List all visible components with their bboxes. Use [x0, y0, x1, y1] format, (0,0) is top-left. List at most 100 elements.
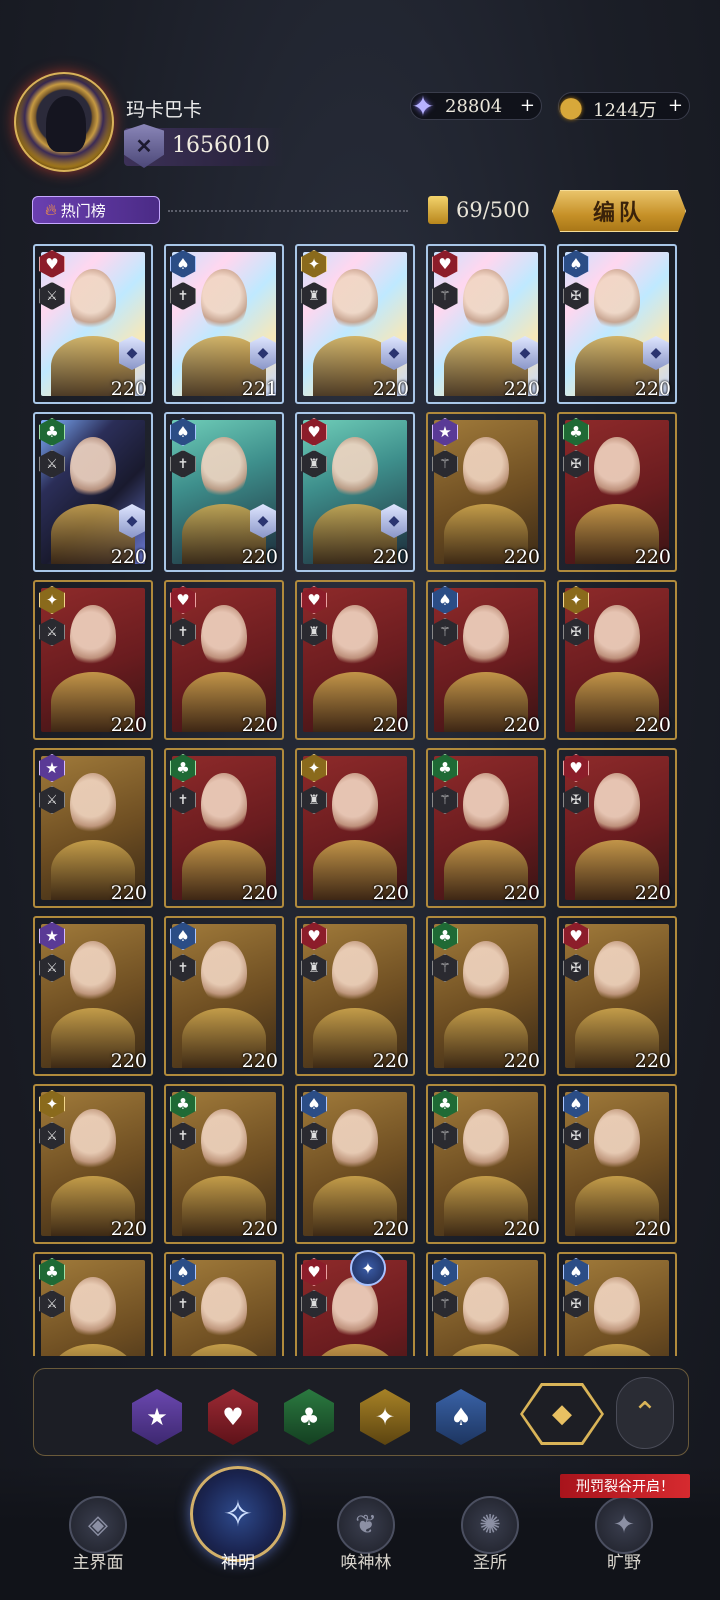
deity-card[interactable]: ♠ ✝ 220 [164, 916, 284, 1076]
filter-star-button[interactable]: ★ [132, 1389, 182, 1445]
deity-card[interactable]: ♥ ✠ 220 [557, 916, 677, 1076]
deity-card[interactable]: ♥ ⚚ ◆ 220 [426, 244, 546, 404]
deity-card[interactable]: ♠ ✝ ◆ 221 [164, 244, 284, 404]
filter-club-button[interactable]: ♣ [284, 1389, 334, 1445]
deity-card[interactable]: ♣ ⚔ ◆ 220 [33, 412, 153, 572]
card-level: 220 [503, 714, 540, 736]
deity-card[interactable]: ♠ ✠ 220 [557, 1084, 677, 1244]
crystal-value: 28804 [445, 96, 503, 117]
deity-card[interactable]: ✦ ✠ 220 [557, 580, 677, 740]
card-level: 220 [241, 882, 278, 904]
new-indicator-icon: ✦ [350, 1250, 386, 1286]
deity-card[interactable]: ★ ⚔ 220 [33, 916, 153, 1076]
deity-card[interactable]: ★ ⚚ 220 [426, 412, 546, 572]
nav-summon-forest-label: 唤神林 [340, 1553, 392, 1573]
crystal-icon: ✦ [411, 89, 435, 123]
deity-card[interactable]: ♣ ✝ 220 [164, 748, 284, 908]
deity-card[interactable]: ♥ ✠ 220 [557, 748, 677, 908]
deity-card[interactable]: ♣ ⚚ 220 [426, 748, 546, 908]
card-level: 220 [372, 546, 409, 568]
all-suits-icon: ◆ [552, 1399, 572, 1429]
event-banner[interactable]: 刑罚裂谷开启！ [560, 1474, 690, 1498]
nav-main[interactable]: ◈ 主界面 [38, 1496, 158, 1586]
nav-sanctuary-label: 圣所 [473, 1553, 507, 1573]
card-level: 220 [110, 714, 147, 736]
hot-ranking-tab[interactable]: 🔥︎ 热门榜 [32, 196, 160, 224]
nav-main-label: 主界面 [72, 1553, 124, 1573]
card-level: 220 [634, 714, 671, 736]
deity-card[interactable]: ♥ ♜ 220 [295, 580, 415, 740]
deity-card[interactable]: ♥ ✝ 220 [164, 580, 284, 740]
rank-badge-icon: ◆ [643, 336, 669, 370]
sanctuary-icon: ✺ [461, 1496, 519, 1554]
nav-deities[interactable]: ✧ 神明 [178, 1466, 298, 1573]
card-level: 220 [372, 882, 409, 904]
card-level: 220 [634, 882, 671, 904]
card-level: 220 [110, 546, 147, 568]
card-level: 220 [372, 1050, 409, 1072]
collapse-filter-button[interactable]: ⌃ [616, 1377, 674, 1449]
suit-filter-bar: ★ ♥ ♣ ✦ ♠ ◆ ⌃ [33, 1368, 689, 1456]
card-level: 220 [110, 882, 147, 904]
rank-badge-icon: ◆ [119, 336, 145, 370]
card-count-icon [428, 196, 448, 224]
filter-spade-button[interactable]: ♠ [436, 1389, 486, 1445]
deity-card[interactable]: ♣ ⚚ 220 [426, 1084, 546, 1244]
hot-ranking-label: 热门榜 [60, 201, 106, 220]
deity-card[interactable]: ♠ ✝ [164, 1252, 284, 1356]
deity-card[interactable]: ♥ ♜ ◆ 220 [295, 412, 415, 572]
gold-currency[interactable]: ● 1244万 + [558, 90, 690, 123]
gold-coin-icon: ● [558, 89, 584, 123]
deity-card[interactable]: ♣ ⚔ [33, 1252, 153, 1356]
deity-card[interactable]: ♠ ♜ 220 [295, 1084, 415, 1244]
card-level: 220 [110, 378, 147, 400]
card-level: 220 [634, 1050, 671, 1072]
add-crystal-button[interactable]: + [520, 95, 535, 116]
deity-card[interactable]: ♠ ✝ ◆ 220 [164, 412, 284, 572]
filter-all-button[interactable]: ◆ [520, 1383, 604, 1445]
rank-badge-icon: ◆ [381, 336, 407, 370]
deity-card[interactable]: ♥ ⚔ ◆ 220 [33, 244, 153, 404]
deity-card[interactable]: ♠ ✠ [557, 1252, 677, 1356]
deity-card[interactable]: ★ ⚔ 220 [33, 748, 153, 908]
card-level: 220 [241, 1050, 278, 1072]
crystal-currency[interactable]: ✦ 28804 + [410, 90, 542, 123]
card-level: 220 [634, 546, 671, 568]
card-level: 220 [503, 1050, 540, 1072]
wilderness-compass-icon: ✦ [595, 1496, 653, 1554]
card-level: 220 [241, 1218, 278, 1240]
nav-wilderness[interactable]: ✦ 旷野 [564, 1496, 684, 1586]
filter-diamond-button[interactable]: ✦ [360, 1389, 410, 1445]
player-avatar[interactable] [14, 72, 114, 172]
nav-sanctuary[interactable]: ✺ 圣所 [430, 1496, 550, 1586]
deity-card[interactable]: ♠ ⚚ 220 [426, 580, 546, 740]
deity-card[interactable]: ♣ ⚚ 220 [426, 916, 546, 1076]
deity-card[interactable]: ♥ ♜ 220 [295, 916, 415, 1076]
deity-card[interactable]: ✦ ♜ 220 [295, 748, 415, 908]
card-level: 221 [241, 378, 278, 400]
card-level: 220 [634, 1218, 671, 1240]
team-formation-button[interactable]: 编队 [552, 190, 686, 232]
card-level: 220 [634, 378, 671, 400]
deity-card[interactable]: ♣ ✝ 220 [164, 1084, 284, 1244]
card-count: 69/500 [456, 198, 530, 222]
card-level: 220 [503, 1218, 540, 1240]
card-level: 220 [110, 1218, 147, 1240]
crossed-swords-icon: ✕ [124, 124, 164, 168]
filter-heart-button[interactable]: ♥ [208, 1389, 258, 1445]
deity-card[interactable]: ✦ ♜ ◆ 220 [295, 244, 415, 404]
nav-summon-forest[interactable]: ❦ 唤神林 [306, 1496, 426, 1586]
card-level: 220 [372, 714, 409, 736]
deity-card[interactable]: ♠ ⚚ [426, 1252, 546, 1356]
card-level: 220 [503, 378, 540, 400]
combat-power-box: ✕ 1656010 [124, 124, 284, 168]
rank-badge-icon: ◆ [381, 504, 407, 538]
deity-card[interactable]: ✦ ⚔ 220 [33, 1084, 153, 1244]
card-level: 220 [241, 546, 278, 568]
card-level: 220 [372, 1218, 409, 1240]
deity-card[interactable]: ✦ ⚔ 220 [33, 580, 153, 740]
add-gold-button[interactable]: + [668, 95, 683, 116]
deity-card[interactable]: ♣ ✠ 220 [557, 412, 677, 572]
deity-card[interactable]: ♠ ✠ ◆ 220 [557, 244, 677, 404]
combat-power-value: 1656010 [172, 133, 270, 158]
